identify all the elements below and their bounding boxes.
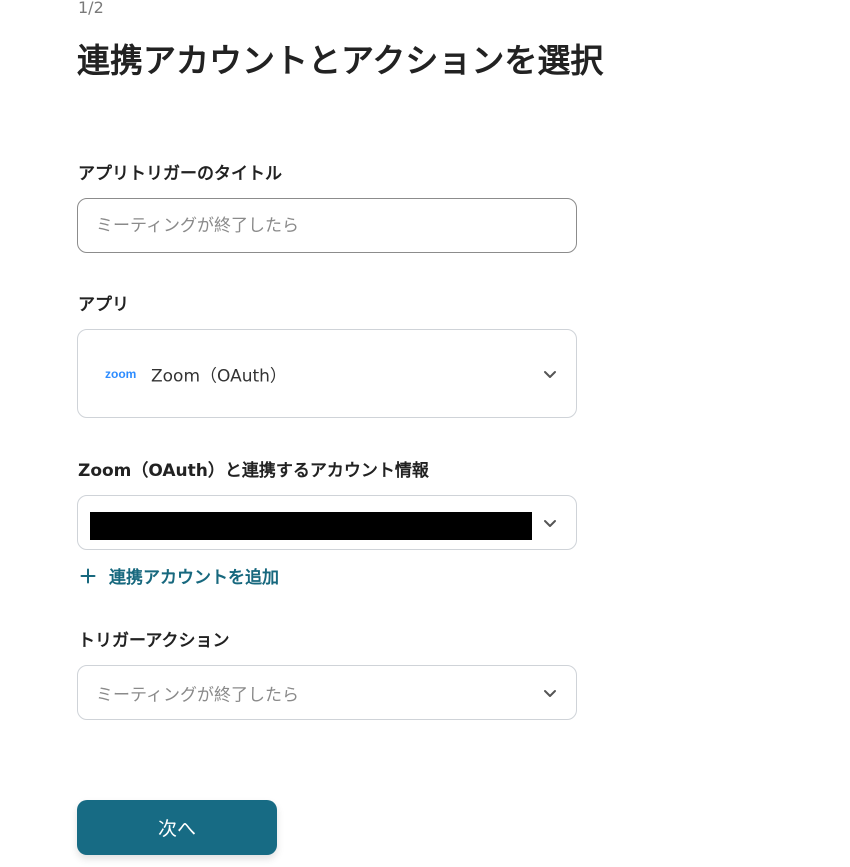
app-selected-value: Zoom（OAuth） <box>151 366 287 386</box>
zoom-logo: zoom <box>105 366 137 381</box>
trigger-title-label: アプリトリガーのタイトル <box>78 164 282 184</box>
step-indicator: 1/2 <box>78 0 104 17</box>
chevron-down-icon <box>544 519 556 527</box>
account-redacted-value <box>90 512 532 540</box>
account-select[interactable] <box>77 495 577 550</box>
account-label: Zoom（OAuth）と連携するアカウント情報 <box>78 461 429 481</box>
trigger-action-select[interactable]: ミーティングが終了したら <box>77 665 577 720</box>
chevron-down-icon <box>544 370 556 378</box>
trigger-action-label: トリガーアクション <box>78 631 230 651</box>
add-account-label: 連携アカウントを追加 <box>109 568 279 588</box>
trigger-action-value: ミーティングが終了したら <box>96 685 299 705</box>
plus-icon <box>80 568 96 583</box>
next-button[interactable]: 次へ <box>77 800 277 855</box>
trigger-title-input[interactable] <box>77 198 577 253</box>
add-account-link[interactable]: 連携アカウントを追加 <box>80 563 279 588</box>
page-title: 連携アカウントとアクションを選択 <box>77 41 604 80</box>
chevron-down-icon <box>544 689 556 697</box>
app-select[interactable]: zoom Zoom（OAuth） <box>77 329 577 418</box>
app-label: アプリ <box>78 295 129 315</box>
